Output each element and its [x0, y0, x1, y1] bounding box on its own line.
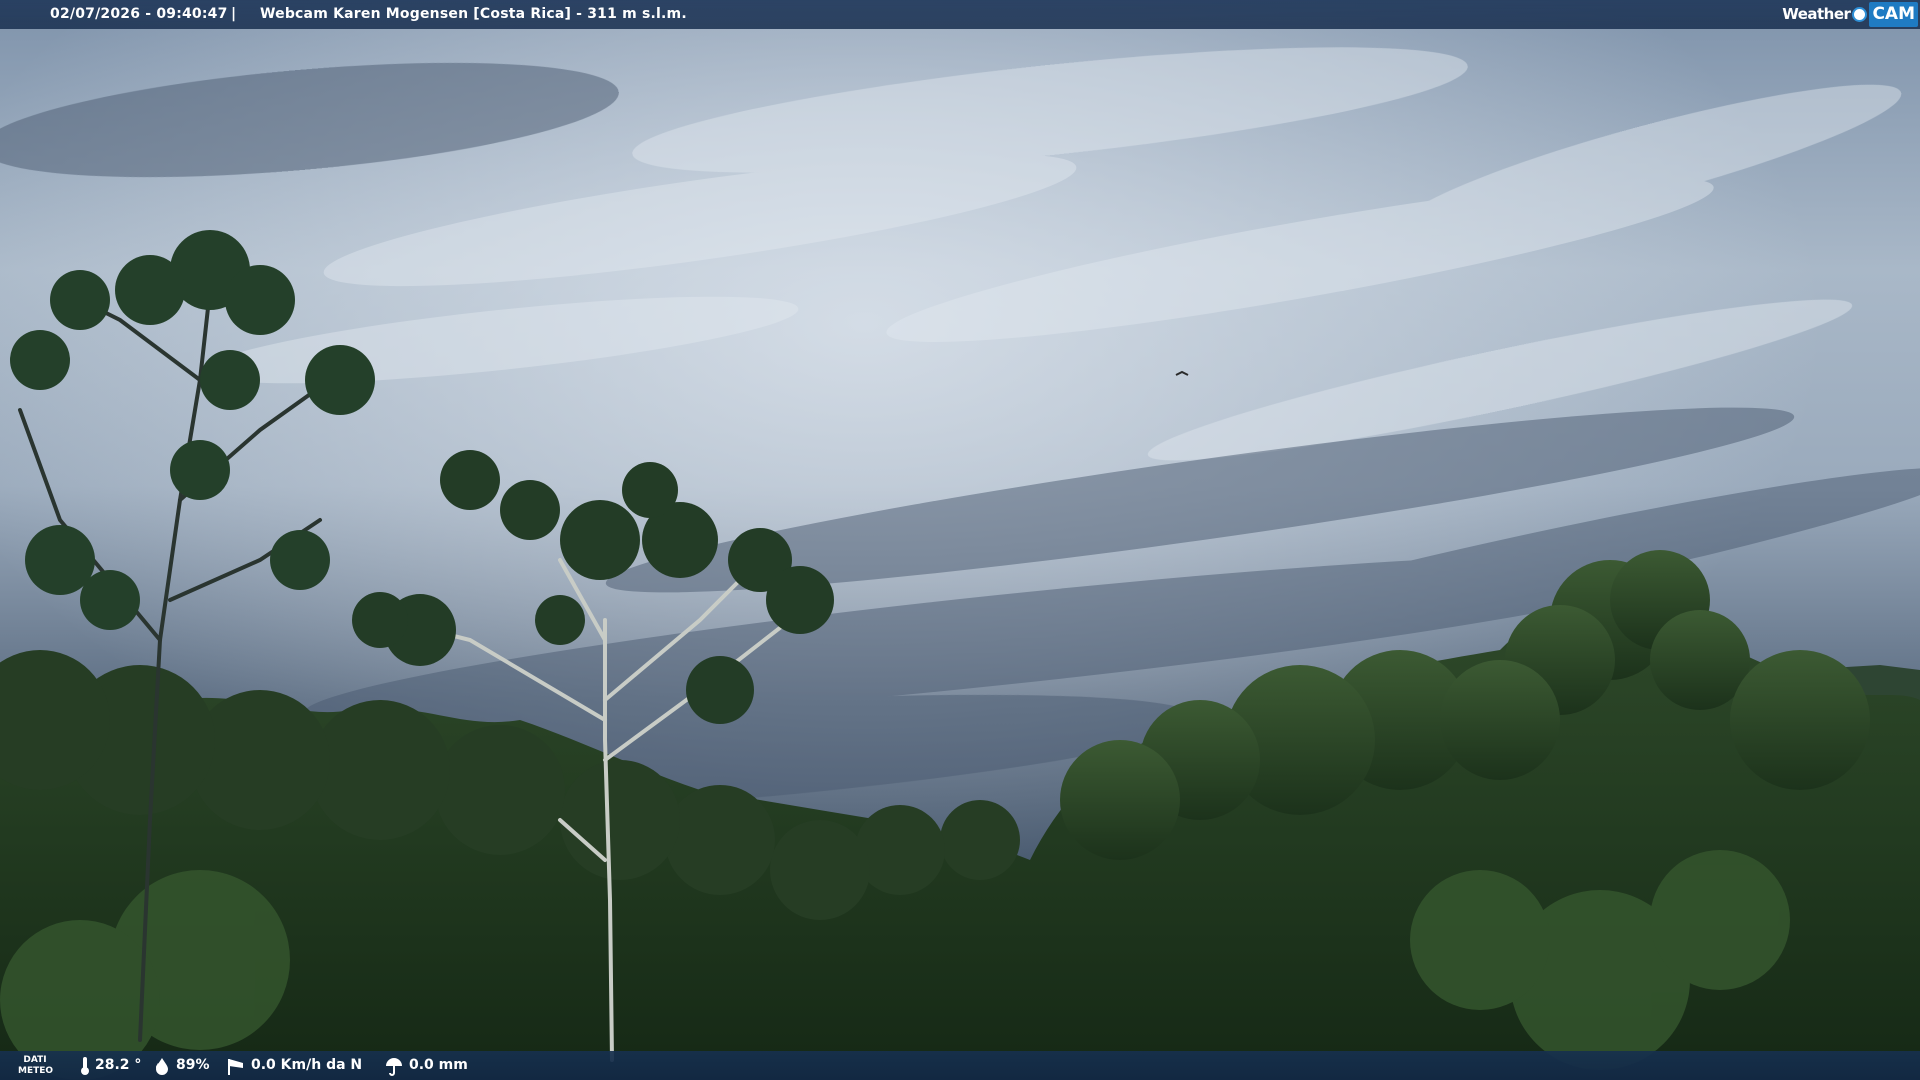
rain-value: 0.0 mm: [409, 1057, 468, 1073]
logo-weather-text: Weather: [1782, 5, 1851, 23]
weathercam-logo: Weather CAM: [1782, 2, 1918, 27]
webcam-image: [0, 0, 1920, 1080]
timestamp: 02/07/2026 - 09:40:47: [50, 6, 228, 22]
logo-cam-text: CAM: [1869, 2, 1918, 27]
webcam-frame: 02/07/2026 - 09:40:47 | Webcam Karen Mog…: [0, 0, 1920, 1080]
temperature-value: 28.2 °: [95, 1057, 142, 1073]
water-drop-icon: [156, 1057, 168, 1075]
rain-metric: 0.0 mm: [384, 1051, 468, 1080]
wind-sock-icon: [228, 1058, 243, 1075]
header-separator: |: [231, 6, 237, 22]
thermometer-icon: [81, 1056, 89, 1075]
weather-data-bar: DATI METEO 28.2 ° 89% 0.0 Km/h da N 0.0 …: [0, 1051, 1920, 1080]
webcam-title: Webcam Karen Mogensen [Costa Rica] - 311…: [260, 6, 687, 22]
humidity-value: 89%: [176, 1057, 210, 1073]
weather-data-label-line1: DATI: [23, 1055, 47, 1065]
weather-data-label: DATI METEO: [18, 1055, 54, 1077]
logo-dot-icon: [1852, 7, 1868, 22]
wind-value: 0.0 Km/h da N: [251, 1057, 363, 1073]
temperature-metric: 28.2 °: [80, 1051, 141, 1080]
rain-umbrella-icon: [386, 1057, 402, 1076]
wind-metric: 0.0 Km/h da N: [226, 1051, 362, 1080]
weather-data-label-line2: METEO: [18, 1066, 54, 1076]
humidity-metric: 89%: [153, 1051, 210, 1080]
header-bar: 02/07/2026 - 09:40:47 | Webcam Karen Mog…: [0, 0, 1920, 29]
